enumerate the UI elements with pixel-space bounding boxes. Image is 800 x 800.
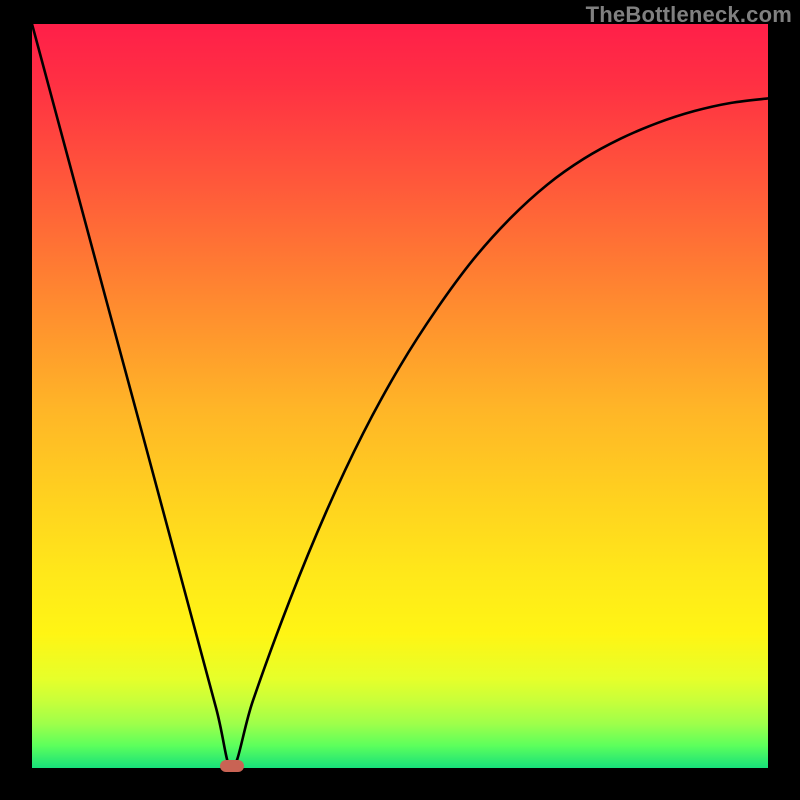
bottleneck-curve xyxy=(32,24,768,768)
plot-frame xyxy=(32,24,768,768)
optimal-point-marker xyxy=(220,760,244,772)
chart-stage: TheBottleneck.com xyxy=(0,0,800,800)
